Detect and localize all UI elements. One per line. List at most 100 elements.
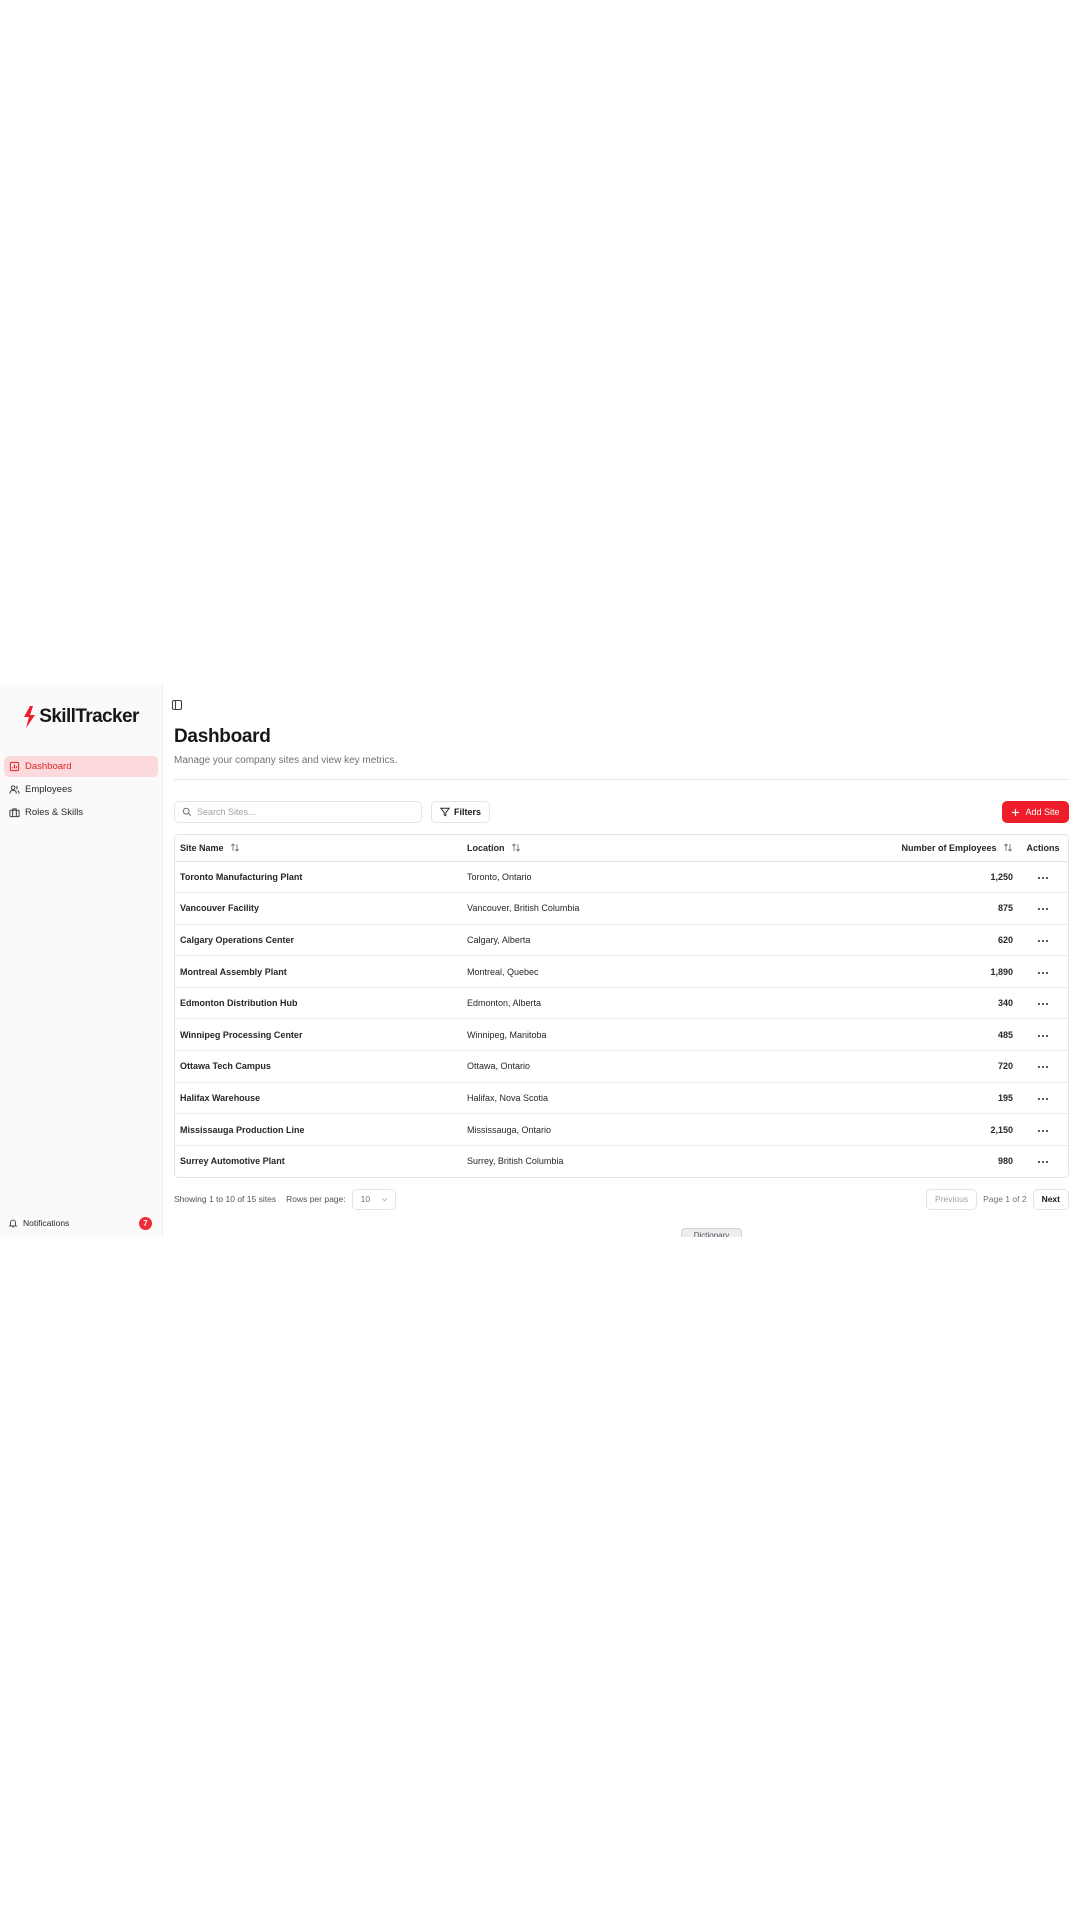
filters-label: Filters xyxy=(453,807,481,817)
more-actions-icon[interactable] xyxy=(1037,971,1049,975)
filters-button[interactable]: Filters xyxy=(431,801,490,823)
next-page-button[interactable]: Next xyxy=(1032,1188,1069,1210)
briefcase-icon xyxy=(9,808,20,818)
plus-icon xyxy=(1012,808,1020,816)
header-divider xyxy=(174,779,1069,780)
more-actions-icon[interactable] xyxy=(1037,1129,1049,1133)
sort-icon xyxy=(511,843,521,852)
sidebar-nav: Dashboard Employees Roles & Skills xyxy=(0,756,162,823)
actions-cell xyxy=(1018,955,1068,988)
employees-cell: 875 xyxy=(740,892,1018,925)
more-actions-icon[interactable] xyxy=(1037,1065,1049,1069)
actions-cell xyxy=(1018,1018,1068,1052)
sidebar-item-label: Dashboard xyxy=(25,761,72,772)
sort-icon xyxy=(1003,843,1013,852)
more-actions-icon[interactable] xyxy=(1037,1097,1049,1101)
sidebar-toggle-icon[interactable] xyxy=(171,699,183,711)
table-row[interactable]: Mississauga Production Line Mississauga,… xyxy=(175,1113,1068,1146)
location-cell: Ottawa, Ontario xyxy=(462,1050,741,1083)
table-row[interactable]: Winnipeg Processing Center Winnipeg, Man… xyxy=(175,1018,1068,1052)
employees-cell: 485 xyxy=(740,1018,1018,1052)
location-cell: Winnipeg, Manitoba xyxy=(462,1018,741,1052)
filter-icon xyxy=(439,807,450,817)
dictionary-tab[interactable]: Dictionary xyxy=(681,1228,742,1237)
notifications-link[interactable]: Notifications 7 xyxy=(8,1216,152,1230)
more-actions-icon[interactable] xyxy=(1037,1160,1049,1164)
showing-count-text: Showing 1 to 10 of 15 sites xyxy=(174,1194,277,1204)
table-row[interactable]: Ottawa Tech Campus Ottawa, Ontario 720 xyxy=(175,1050,1068,1083)
site-name-cell: Halifax Warehouse xyxy=(175,1082,462,1115)
site-name-cell: Mississauga Production Line xyxy=(175,1113,462,1146)
page-title: Dashboard xyxy=(174,726,271,747)
table-row[interactable]: Halifax Warehouse Halifax, Nova Scotia 1… xyxy=(175,1082,1068,1115)
table-row[interactable]: Edmonton Distribution Hub Edmonton, Albe… xyxy=(175,987,1068,1020)
more-actions-icon[interactable] xyxy=(1037,1034,1049,1038)
rows-per-page-label: Rows per page: xyxy=(286,1194,346,1204)
page-indicator: Page 1 of 2 xyxy=(983,1194,1027,1204)
location-cell: Edmonton, Alberta xyxy=(462,987,741,1020)
employees-cell: 1,250 xyxy=(740,861,1018,894)
employees-cell: 340 xyxy=(740,987,1018,1020)
site-name-cell: Montreal Assembly Plant xyxy=(175,955,462,988)
actions-cell xyxy=(1018,1113,1068,1146)
location-cell: Montreal, Quebec xyxy=(462,955,741,988)
dashboard-icon xyxy=(9,761,20,772)
sidebar-item-label: Roles & Skills xyxy=(25,807,84,818)
location-cell: Surrey, British Columbia xyxy=(467,1156,564,1167)
table-row[interactable]: Vancouver Facility Vancouver, British Co… xyxy=(175,892,1068,925)
site-name-cell: Vancouver Facility xyxy=(175,892,462,925)
more-actions-icon[interactable] xyxy=(1037,1002,1049,1006)
sites-table: Site Name Location Number of Employees A… xyxy=(175,835,1068,1177)
location-cell: Vancouver, British Columbia xyxy=(462,892,741,925)
rows-per-page-select[interactable]: 10 xyxy=(351,1188,396,1210)
column-header-location[interactable]: Location xyxy=(462,835,741,862)
pagination: Previous Page 1 of 2 Next xyxy=(926,1188,1069,1210)
table-row[interactable]: Toronto Manufacturing Plant Toronto, Ont… xyxy=(175,861,1068,894)
site-name-cell: Edmonton Distribution Hub xyxy=(175,987,462,1020)
employees-cell: 720 xyxy=(740,1050,1018,1083)
employees-cell: 2,150 xyxy=(740,1113,1018,1146)
sidebar-item-employees[interactable]: Employees xyxy=(4,779,158,800)
column-header-site-name[interactable]: Site Name xyxy=(175,835,462,862)
location-cell: Mississauga, Ontario xyxy=(462,1113,741,1146)
column-header-employees[interactable]: Number of Employees xyxy=(740,835,1018,862)
brand-logo[interactable]: SkillTracker xyxy=(0,703,162,731)
bell-icon xyxy=(8,1219,18,1228)
sites-table-container: Site Name Location Number of Employees A… xyxy=(174,834,1069,1178)
employees-cell: 195 xyxy=(740,1082,1018,1115)
table-row[interactable]: Montreal Assembly Plant Montreal, Quebec… xyxy=(175,955,1068,988)
main-content: Dashboard Manage your company sites and … xyxy=(163,684,1080,1237)
sidebar-item-dashboard[interactable]: Dashboard xyxy=(4,756,158,777)
table-row[interactable]: Surrey Automotive Plant Surrey, British … xyxy=(175,1145,1068,1177)
add-site-label: Add Site xyxy=(1025,807,1060,817)
add-site-button[interactable]: Add Site xyxy=(1002,801,1069,823)
location-cell: Halifax, Nova Scotia xyxy=(462,1082,741,1115)
chevron-down-icon xyxy=(381,1197,387,1201)
site-name-cell: Winnipeg Processing Center xyxy=(175,1018,462,1052)
table-header-row: Site Name Location Number of Employees A… xyxy=(175,835,1068,862)
rows-per-page-value: 10 xyxy=(360,1194,371,1204)
search-box[interactable] xyxy=(174,801,422,823)
employees-cell: 1,890 xyxy=(740,955,1018,988)
site-name-cell: Toronto Manufacturing Plant xyxy=(175,861,462,894)
previous-page-button[interactable]: Previous xyxy=(926,1188,978,1210)
skilltracker-logo-icon xyxy=(24,706,36,728)
more-actions-icon[interactable] xyxy=(1037,939,1049,943)
location-cell: Calgary, Alberta xyxy=(462,924,741,957)
sidebar: SkillTracker Dashboard Employees Roles &… xyxy=(0,684,163,1237)
location-cell: Toronto, Ontario xyxy=(462,861,741,894)
search-input[interactable] xyxy=(197,807,407,817)
more-actions-icon[interactable] xyxy=(1037,876,1049,880)
notifications-count-badge: 7 xyxy=(139,1216,152,1230)
column-header-actions: Actions xyxy=(1018,835,1068,862)
actions-cell xyxy=(1018,861,1068,894)
users-icon xyxy=(9,785,20,794)
more-actions-icon[interactable] xyxy=(1037,907,1049,911)
actions-cell xyxy=(1018,1145,1068,1177)
employees-cell: 980 xyxy=(997,1156,1013,1167)
sidebar-item-roles-skills[interactable]: Roles & Skills xyxy=(4,802,158,823)
table-row[interactable]: Calgary Operations Center Calgary, Alber… xyxy=(175,924,1068,957)
notifications-label: Notifications xyxy=(23,1218,70,1228)
actions-cell xyxy=(1018,1050,1068,1083)
page-subtitle: Manage your company sites and view key m… xyxy=(174,755,398,766)
